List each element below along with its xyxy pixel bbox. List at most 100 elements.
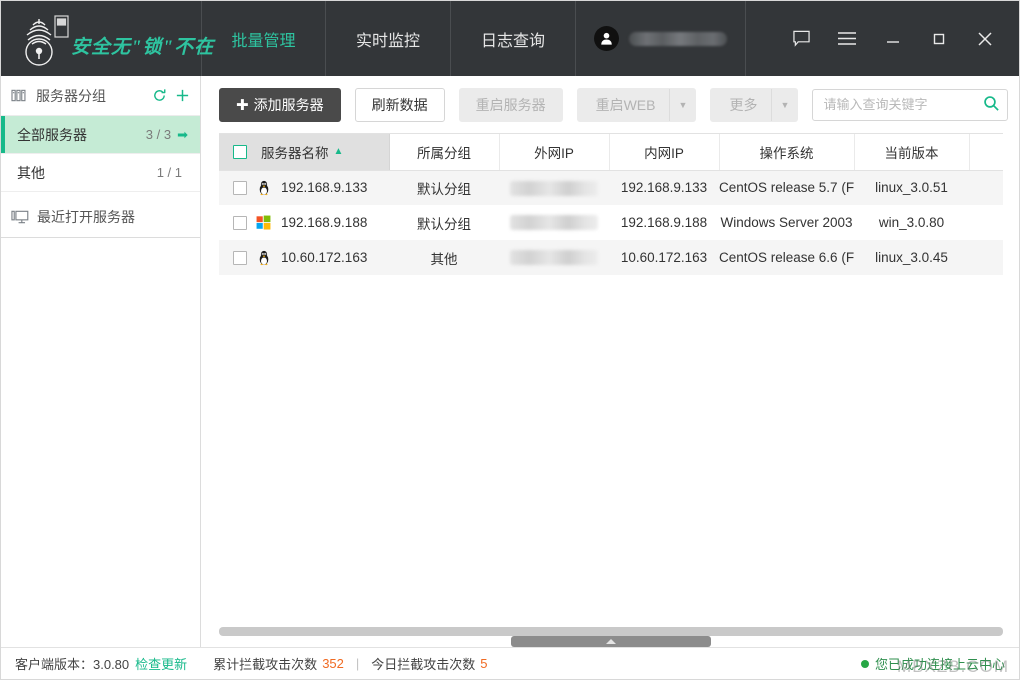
enter-group-arrow-icon[interactable]: ➡ [177, 127, 188, 143]
cell-group: 其他 [389, 240, 499, 275]
sidebar-item-recent-servers[interactable]: 最近打开服务器 [1, 196, 200, 238]
windows-logo-icon [256, 215, 272, 231]
row-checkbox[interactable] [233, 215, 247, 230]
row-checkbox[interactable] [233, 180, 247, 195]
cell-server-name: 192.168.9.188 [219, 205, 389, 240]
restart-web-dropdown: 重启WEB ▼ [576, 87, 697, 122]
column-header-wan-ip[interactable]: 外网IP [499, 134, 610, 171]
server-table: 服务器名称 ▲ 所属分组 外网IP 内网IP 操作系统 当前版本 192.168… [219, 134, 1003, 275]
group-label: 其他 [17, 164, 45, 181]
select-all-checkbox[interactable] [233, 144, 247, 159]
restart-server-button: 重启服务器 [458, 87, 563, 122]
cell-server-name: 192.168.9.133 [219, 170, 389, 205]
search-icon[interactable] [983, 95, 1000, 112]
hamburger-menu-icon[interactable] [827, 19, 867, 59]
tab-batch-management[interactable]: 批量管理 [201, 1, 326, 76]
sort-ascending-icon[interactable]: ▲ [334, 146, 344, 157]
column-header-lan-ip[interactable]: 内网IP [609, 134, 720, 171]
cell-group: 默认分组 [389, 170, 499, 205]
application-window: 安全无"锁"不在 批量管理 实时监控 日志查询 服务器分组 全部服务器 3 / … [0, 0, 1020, 680]
horizontal-scrollbar[interactable] [219, 627, 1003, 636]
chevron-down-icon: ▼ [771, 88, 797, 121]
search-input[interactable] [812, 88, 1009, 121]
table-row[interactable]: 10.60.172.163 其他 10.60.172.163 CentOS re… [219, 240, 1003, 275]
table-scroll-container: 服务器名称 ▲ 所属分组 外网IP 内网IP 操作系统 当前版本 192.168… [219, 133, 1003, 625]
column-header-os[interactable]: 操作系统 [719, 134, 855, 171]
maximize-icon[interactable] [919, 19, 959, 59]
check-update-link[interactable]: 检查更新 [135, 654, 187, 673]
recent-servers-label: 最近打开服务器 [37, 208, 135, 225]
cell-os: CentOS release 6.6 (Fin [719, 240, 854, 275]
wan-ip-redacted [510, 250, 598, 266]
cell-server-name: 10.60.172.163 [219, 240, 389, 275]
cell-version: win_3.0.80 [854, 205, 969, 240]
sidebar-item-other[interactable]: 其他 1 / 1 [1, 154, 200, 192]
table-row[interactable]: 192.168.9.133 默认分组 192.168.9.133 CentOS … [219, 170, 1003, 205]
horizontal-scroll-area [219, 625, 1003, 647]
logo-slogan: 安全无"锁"不在 [71, 37, 215, 58]
cell-wan-ip [499, 170, 609, 205]
table-area: 服务器名称 ▲ 所属分组 外网IP 内网IP 操作系统 当前版本 192.168… [201, 133, 1019, 647]
panel-collapse-handle[interactable] [511, 636, 711, 647]
today-blocked-value: 5 [480, 656, 488, 671]
server-group-icon [11, 88, 28, 103]
cell-group: 默认分组 [389, 205, 499, 240]
linux-tux-icon [256, 250, 272, 266]
tab-realtime-monitor[interactable]: 实时监控 [326, 1, 451, 76]
client-version-label: 客户端版本：3.0.80 [15, 657, 130, 672]
group-count: 1 / 1 [156, 165, 182, 180]
refresh-data-button[interactable]: 刷新数据 [354, 87, 445, 122]
refresh-icon[interactable] [152, 88, 167, 103]
column-header-name-label: 服务器名称 [261, 145, 329, 161]
row-checkbox[interactable] [233, 250, 247, 265]
more-label: 更多 [729, 96, 758, 113]
cell-extra [969, 240, 1003, 275]
group-count: 3 / 3 [145, 127, 172, 142]
wan-ip-redacted [510, 215, 598, 231]
username-redacted [629, 31, 727, 46]
message-bubble-icon[interactable] [781, 19, 821, 59]
group-label: 全部服务器 [17, 126, 87, 143]
cell-wan-ip [499, 240, 609, 275]
status-separator: | [355, 656, 360, 671]
minimize-icon[interactable] [873, 19, 913, 59]
status-bar: 客户端版本：3.0.80 检查更新 累计拦截攻击次数 352 | 今日拦截攻击次… [1, 647, 1019, 679]
linux-tux-icon [256, 180, 272, 196]
main-panel: ✚ 添加服务器 刷新数据 重启服务器 重启WEB ▼ 更多 ▼ 请输入查询关键字… [201, 76, 1019, 647]
plus-icon[interactable] [175, 88, 190, 103]
search-box [812, 88, 1009, 121]
column-header-version[interactable]: 当前版本 [854, 134, 970, 171]
chevron-down-icon: ▼ [669, 88, 695, 121]
column-header-group[interactable]: 所属分组 [389, 134, 500, 171]
cell-extra [969, 170, 1003, 205]
cell-os: CentOS release 5.7 (Fin [719, 170, 854, 205]
close-icon[interactable] [965, 19, 1005, 59]
app-logo: 安全无"锁"不在 [1, 1, 213, 76]
cell-version: linux_3.0.51 [854, 170, 969, 205]
lock-mascot-icon [15, 10, 77, 68]
connection-status: 您已成功连接上云中心 [860, 654, 1005, 673]
main-nav-tabs: 批量管理 实时监控 日志查询 [201, 1, 576, 76]
total-blocked-label: 累计拦截攻击次数 [213, 657, 318, 672]
cell-lan-ip: 10.60.172.163 [609, 240, 719, 275]
table-row[interactable]: 192.168.9.188 默认分组 192.168.9.188 Windows… [219, 205, 1003, 240]
column-header-name[interactable]: 服务器名称 ▲ [219, 134, 390, 171]
title-bar: 安全无"锁"不在 批量管理 实时监控 日志查询 [1, 1, 1019, 76]
sidebar-header: 服务器分组 [1, 76, 200, 116]
table-header-row: 服务器名称 ▲ 所属分组 外网IP 内网IP 操作系统 当前版本 [219, 134, 1003, 171]
add-server-label: 添加服务器 [253, 96, 324, 113]
wan-ip-redacted [510, 180, 598, 196]
more-dropdown: 更多 ▼ [710, 87, 799, 122]
total-blocked-value: 352 [322, 656, 344, 671]
server-name-text: 192.168.9.188 [281, 215, 368, 230]
sidebar: 服务器分组 全部服务器 3 / 3 ➡ 其他 1 / 1 最近打开服务器 [1, 76, 201, 647]
tab-log-query[interactable]: 日志查询 [451, 1, 576, 76]
today-blocked-label: 今日拦截攻击次数 [371, 657, 476, 672]
restart-web-label: 重启WEB [595, 96, 656, 113]
toolbar: ✚ 添加服务器 刷新数据 重启服务器 重启WEB ▼ 更多 ▼ [201, 76, 1019, 133]
add-server-button[interactable]: ✚ 添加服务器 [219, 87, 341, 122]
sidebar-item-all-servers[interactable]: 全部服务器 3 / 3 ➡ [1, 116, 200, 154]
table-body: 192.168.9.133 默认分组 192.168.9.133 CentOS … [219, 170, 1003, 275]
user-account-area[interactable] [576, 1, 746, 76]
server-name-text: 192.168.9.133 [281, 180, 368, 196]
